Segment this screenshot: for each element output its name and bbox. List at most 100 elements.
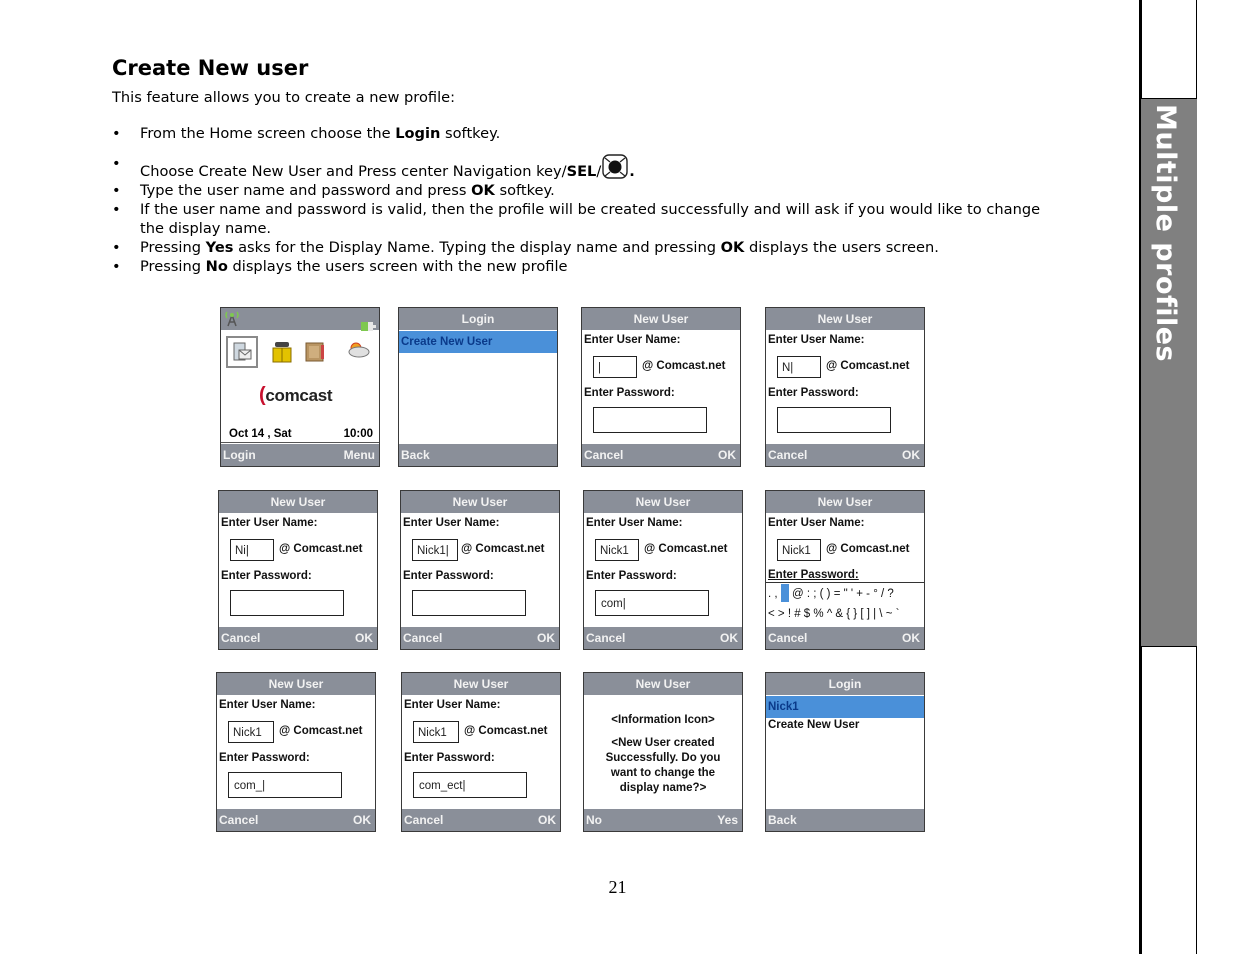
information-icon-placeholder: <Information Icon> [611, 714, 715, 726]
softkey-bar: Cancel OK [584, 627, 742, 649]
time-display: 10:00 [343, 428, 373, 440]
screen-title: New User [401, 491, 559, 513]
phone-screen-login: Login Create New User Back [398, 307, 558, 467]
password-input[interactable] [777, 407, 891, 433]
cancel-softkey[interactable]: Cancel [403, 627, 442, 649]
username-label: Enter User Name: [768, 517, 865, 529]
back-softkey[interactable]: Back [768, 809, 797, 831]
navigation-key-icon [601, 154, 629, 180]
phone-screen-new-user: New User Enter User Name: Nick1| @ Comca… [400, 490, 560, 650]
battery-icon [361, 316, 376, 338]
domain-suffix: @ Comcast.net [642, 360, 726, 372]
username-input[interactable]: Nick1 [595, 539, 639, 561]
screen-title: New User [766, 308, 924, 330]
password-label: Enter Password: [584, 387, 675, 399]
ok-softkey[interactable]: OK [902, 627, 920, 649]
username-input[interactable]: Nick1| [412, 539, 458, 561]
password-input[interactable]: com_| [228, 772, 342, 798]
softkey-bar: Back [399, 444, 557, 466]
domain-suffix: @ Comcast.net [464, 725, 548, 737]
softkey-bar: Login Menu [221, 444, 379, 466]
phone-screen-new-user: New User Enter User Name: Nick1 @ Comcas… [401, 672, 561, 832]
ok-softkey[interactable]: OK [720, 627, 738, 649]
phone-screen-new-user: New User Enter User Name: | @ Comcast.ne… [581, 307, 741, 467]
notebook-icon[interactable] [304, 341, 326, 368]
softkey-bar: Cancel OK [766, 444, 924, 466]
comcast-logo: (comcast [259, 384, 333, 406]
password-label: Enter Password: [221, 570, 312, 582]
cancel-softkey[interactable]: Cancel [768, 444, 807, 466]
password-input[interactable] [412, 590, 526, 616]
username-input[interactable]: Nick1 [228, 721, 274, 743]
screen-title: New User [584, 673, 742, 695]
softkey-bar: Cancel OK [217, 809, 375, 831]
cancel-softkey[interactable]: Cancel [768, 627, 807, 649]
cancel-softkey[interactable]: Cancel [586, 627, 625, 649]
username-input[interactable]: Nick1 [777, 539, 821, 561]
softkey-bar: Back [766, 809, 924, 831]
cancel-softkey[interactable]: Cancel [584, 444, 623, 466]
password-label: Enter Password: [403, 570, 494, 582]
phone-screen-new-user: New User Enter User Name: N| @ Comcast.n… [765, 307, 925, 467]
screen-title: New User [217, 673, 375, 695]
username-input[interactable]: Nick1 [413, 721, 459, 743]
section-tab-label: Multiple profiles [1150, 104, 1181, 363]
ok-softkey[interactable]: OK [538, 809, 556, 831]
phone-screen-new-user: New User Enter User Name: Nick1 @ Comcas… [216, 672, 376, 832]
list-item: If the user name and password is valid, … [112, 200, 1042, 238]
ok-softkey[interactable]: OK [353, 809, 371, 831]
ok-softkey[interactable]: OK [537, 627, 555, 649]
symbol-picker-row[interactable]: . , @ : ; ( ) = " ' + - ° / ? [766, 584, 924, 602]
section-title: Create New user [112, 56, 309, 80]
phone-screen-new-user-symbols: New User Enter User Name: Nick1 @ Comcas… [765, 490, 925, 650]
menu-softkey[interactable]: Menu [344, 444, 375, 466]
screen-title: New User [766, 491, 924, 513]
password-input[interactable] [593, 407, 707, 433]
back-softkey[interactable]: Back [401, 444, 430, 466]
page-number: 21 [608, 877, 627, 897]
no-softkey[interactable]: No [586, 809, 602, 831]
cancel-softkey[interactable]: Cancel [221, 627, 260, 649]
list-item: From the Home screen choose the Login so… [112, 124, 1042, 143]
ok-softkey[interactable]: OK [718, 444, 736, 466]
menu-item-create-new-user[interactable]: Create New User [768, 719, 859, 731]
password-input[interactable]: com_ect| [413, 772, 527, 798]
softkey-bar: Cancel OK [766, 627, 924, 649]
password-input[interactable]: com| [595, 590, 709, 616]
divider [221, 442, 379, 443]
screen-title: Login [399, 308, 557, 330]
username-input[interactable]: | [593, 356, 637, 378]
weather-icon[interactable] [345, 341, 371, 364]
ok-softkey[interactable]: OK [355, 627, 373, 649]
domain-suffix: @ Comcast.net [279, 543, 363, 555]
softkey-bar: Cancel OK [219, 627, 377, 649]
password-label: Enter Password: [586, 570, 677, 582]
domain-suffix: @ Comcast.net [461, 543, 545, 555]
menu-item-nick1[interactable]: Nick1 [766, 696, 924, 718]
cancel-softkey[interactable]: Cancel [404, 809, 443, 831]
password-label: Enter Password: [219, 752, 310, 764]
login-softkey[interactable]: Login [223, 444, 256, 466]
ok-softkey[interactable]: OK [902, 444, 920, 466]
status-bar [221, 308, 379, 331]
confirm-message: Successfully. Do you [605, 752, 721, 764]
username-input[interactable]: Ni| [230, 539, 274, 561]
intro-text: This feature allows you to create a new … [112, 89, 456, 106]
phone-screen-new-user: New User Enter User Name: Nick1 @ Comcas… [583, 490, 743, 650]
instruction-list: From the Home screen choose the Login so… [112, 124, 1042, 276]
screen-title: New User [584, 491, 742, 513]
username-input[interactable]: N| [777, 356, 821, 378]
phone-screen-confirm: New User <Information Icon> <New User cr… [583, 672, 743, 832]
confirm-message: want to change the [610, 767, 716, 779]
username-label: Enter User Name: [403, 517, 500, 529]
yes-softkey[interactable]: Yes [717, 809, 738, 831]
password-label: Enter Password: [768, 569, 859, 581]
phonebook-icon[interactable] [271, 341, 293, 368]
password-input[interactable] [230, 590, 344, 616]
selected-symbol-underscore[interactable] [780, 584, 789, 602]
symbol-picker-row[interactable]: < > ! # $ % ^ & { } [ ] | \ ~ ` [766, 608, 924, 620]
menu-item-create-new-user[interactable]: Create New User [399, 331, 557, 353]
messages-icon[interactable] [226, 336, 258, 373]
password-label: Enter Password: [768, 387, 859, 399]
cancel-softkey[interactable]: Cancel [219, 809, 258, 831]
